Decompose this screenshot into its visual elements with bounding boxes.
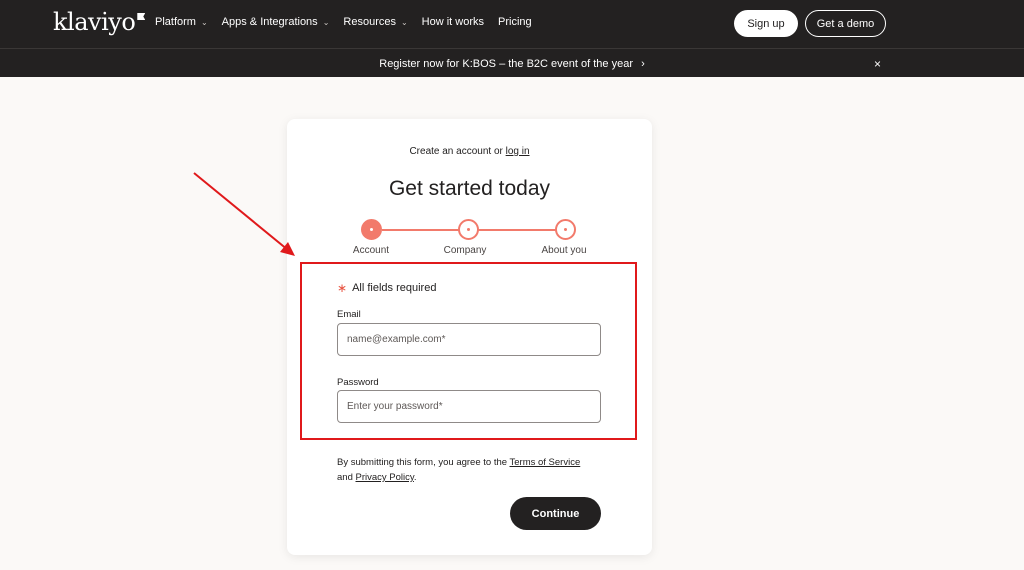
annotation-arrow-icon bbox=[193, 172, 295, 256]
